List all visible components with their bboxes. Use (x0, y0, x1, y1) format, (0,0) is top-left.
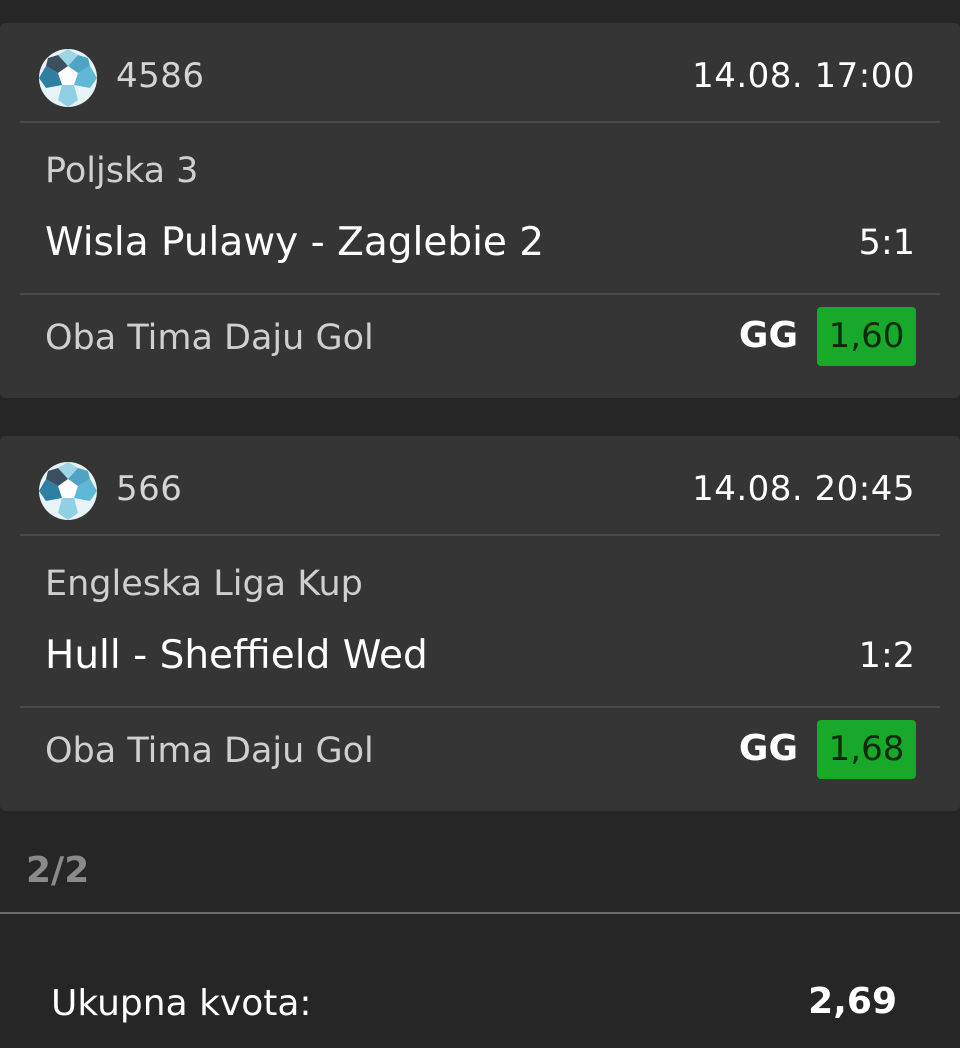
soccer-ball-icon (39, 49, 97, 107)
divider (20, 534, 940, 536)
divider (20, 706, 940, 708)
odd-badge: 1,60 (817, 307, 916, 366)
league-name: Engleska Liga Kup (45, 564, 363, 604)
bet-card[interactable]: 566 14.08. 20:45 Engleska Liga Kup Hull … (0, 436, 960, 811)
bet-card[interactable]: 4586 14.08. 17:00 Poljska 3 Wisla Pulawy… (0, 23, 960, 398)
soccer-ball-icon (39, 462, 97, 520)
match-id: 566 (116, 469, 183, 509)
match-datetime: 14.08. 17:00 (692, 56, 915, 96)
match-teams: Wisla Pulawy - Zaglebie 2 (45, 220, 545, 265)
divider (0, 912, 960, 914)
match-score: 5:1 (858, 223, 915, 263)
bet-pick: GG (738, 728, 798, 769)
ticket-view: 4586 14.08. 17:00 Poljska 3 Wisla Pulawy… (0, 0, 960, 1048)
page-indicator: 2/2 (26, 850, 90, 891)
match-teams: Hull - Sheffield Wed (45, 633, 428, 678)
divider (20, 293, 940, 295)
divider (20, 121, 940, 123)
odd-badge: 1,68 (817, 720, 916, 779)
league-name: Poljska 3 (45, 151, 199, 191)
bet-pick: GG (738, 315, 798, 356)
match-id: 4586 (116, 56, 205, 96)
bet-market: Oba Tima Daju Gol (45, 318, 374, 358)
total-odds-value: 2,69 (808, 981, 897, 1022)
bet-market: Oba Tima Daju Gol (45, 731, 374, 771)
total-odds-label: Ukupna kvota: (51, 983, 312, 1024)
match-score: 1:2 (858, 636, 915, 676)
bet-card-header: 566 14.08. 20:45 (0, 436, 960, 536)
bet-card-header: 4586 14.08. 17:00 (0, 23, 960, 123)
match-datetime: 14.08. 20:45 (692, 469, 915, 509)
